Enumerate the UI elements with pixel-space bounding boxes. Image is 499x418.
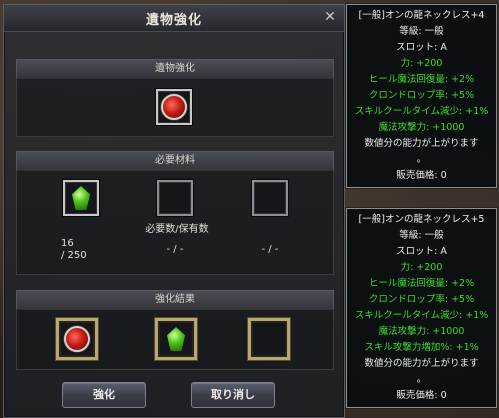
tooltip-line: クロンドロップ率: +5% [368,90,475,101]
required-owned-label: 必要数/保有数 [145,224,209,235]
green-gem-icon [72,186,90,210]
material-2-count: - / - [166,244,184,255]
material-1-count: 16 [61,238,74,249]
dialog-title-bar[interactable]: 遺物強化 ✕ [4,5,344,32]
material-slot-1[interactable] [63,180,99,216]
tooltip-line: 魔法攻撃力: +1000 [378,122,465,133]
tooltip-line: スロット: A [396,246,447,257]
red-amulet-icon [64,326,90,352]
tooltip-line: ヒール魔法回復量: +2% [368,278,475,289]
result-slot-3[interactable] [248,318,290,360]
result-section-header: 強化結果 [16,290,334,310]
tooltip-line: 等級: 一般 [399,230,444,241]
red-amulet-icon [161,94,187,120]
tooltip-line: スキルクールタイム減少: +1% [354,310,489,321]
tooltip-line: スキルクールタイム減少: +1% [354,106,489,117]
tooltip-line: スキル攻撃力増加%: +1% [364,342,479,353]
tooltip-line: 数値分の能力が上がります [364,358,479,369]
materials-section-header: 必要材料 [16,151,334,171]
material-3-count: - / - [261,244,279,255]
tooltip-line: [一般]オンの龍ネックレス+5 [358,214,485,225]
dialog-title: 遺物強化 [145,13,202,28]
tooltip-line: 魔法攻撃力: +1000 [378,326,465,337]
tooltip-line: 。 [416,374,427,385]
tooltip-line: ヒール魔法回復量: +2% [368,74,475,85]
enhance-button[interactable]: 強化 [62,382,146,408]
cancel-button[interactable]: 取り消し [191,382,275,408]
material-slot-3[interactable] [252,180,288,216]
tooltip-line: 力: +200 [400,58,443,69]
item-tooltip-next: [一般]オンの龍ネックレス+5 等級: 一般 スロット: A 力: +200 ヒ… [346,208,497,408]
tooltip-line: 等級: 一般 [399,26,444,37]
relic-enhance-dialog: 遺物強化 ✕ 遺物強化 必要材料 必要数/保有数 16 / 250 - / - … [3,4,345,418]
relic-section-header: 遺物強化 [16,59,334,79]
green-gem-icon [167,327,185,351]
relic-slot[interactable] [156,89,192,125]
tooltip-line: 数値分の能力が上がります [364,138,479,149]
materials-section-title: 必要材料 [155,155,195,166]
result-section-title: 強化結果 [155,294,195,305]
tooltip-line: 販売価格: 0 [396,390,447,401]
tooltip-line: 。 [416,154,427,165]
close-icon[interactable]: ✕ [321,8,339,26]
material-1-total: / 250 [61,250,87,261]
result-slot-2[interactable] [155,318,197,360]
relic-section-body [16,78,334,137]
materials-section-body: 必要数/保有数 16 / 250 - / - - / - [16,170,334,275]
tooltip-line: 販売価格: 0 [396,170,447,181]
result-slot-1[interactable] [56,318,98,360]
item-tooltip-current: [一般]オンの龍ネックレス+4 等級: 一般 スロット: A 力: +200 ヒ… [346,4,497,188]
material-slot-2[interactable] [157,180,193,216]
relic-section-title: 遺物強化 [155,63,195,74]
tooltip-line: [一般]オンの龍ネックレス+4 [358,10,485,21]
tooltip-line: スロット: A [396,42,447,53]
result-section-body [16,309,334,370]
tooltip-line: クロンドロップ率: +5% [368,294,475,305]
tooltip-line: 力: +200 [400,262,443,273]
